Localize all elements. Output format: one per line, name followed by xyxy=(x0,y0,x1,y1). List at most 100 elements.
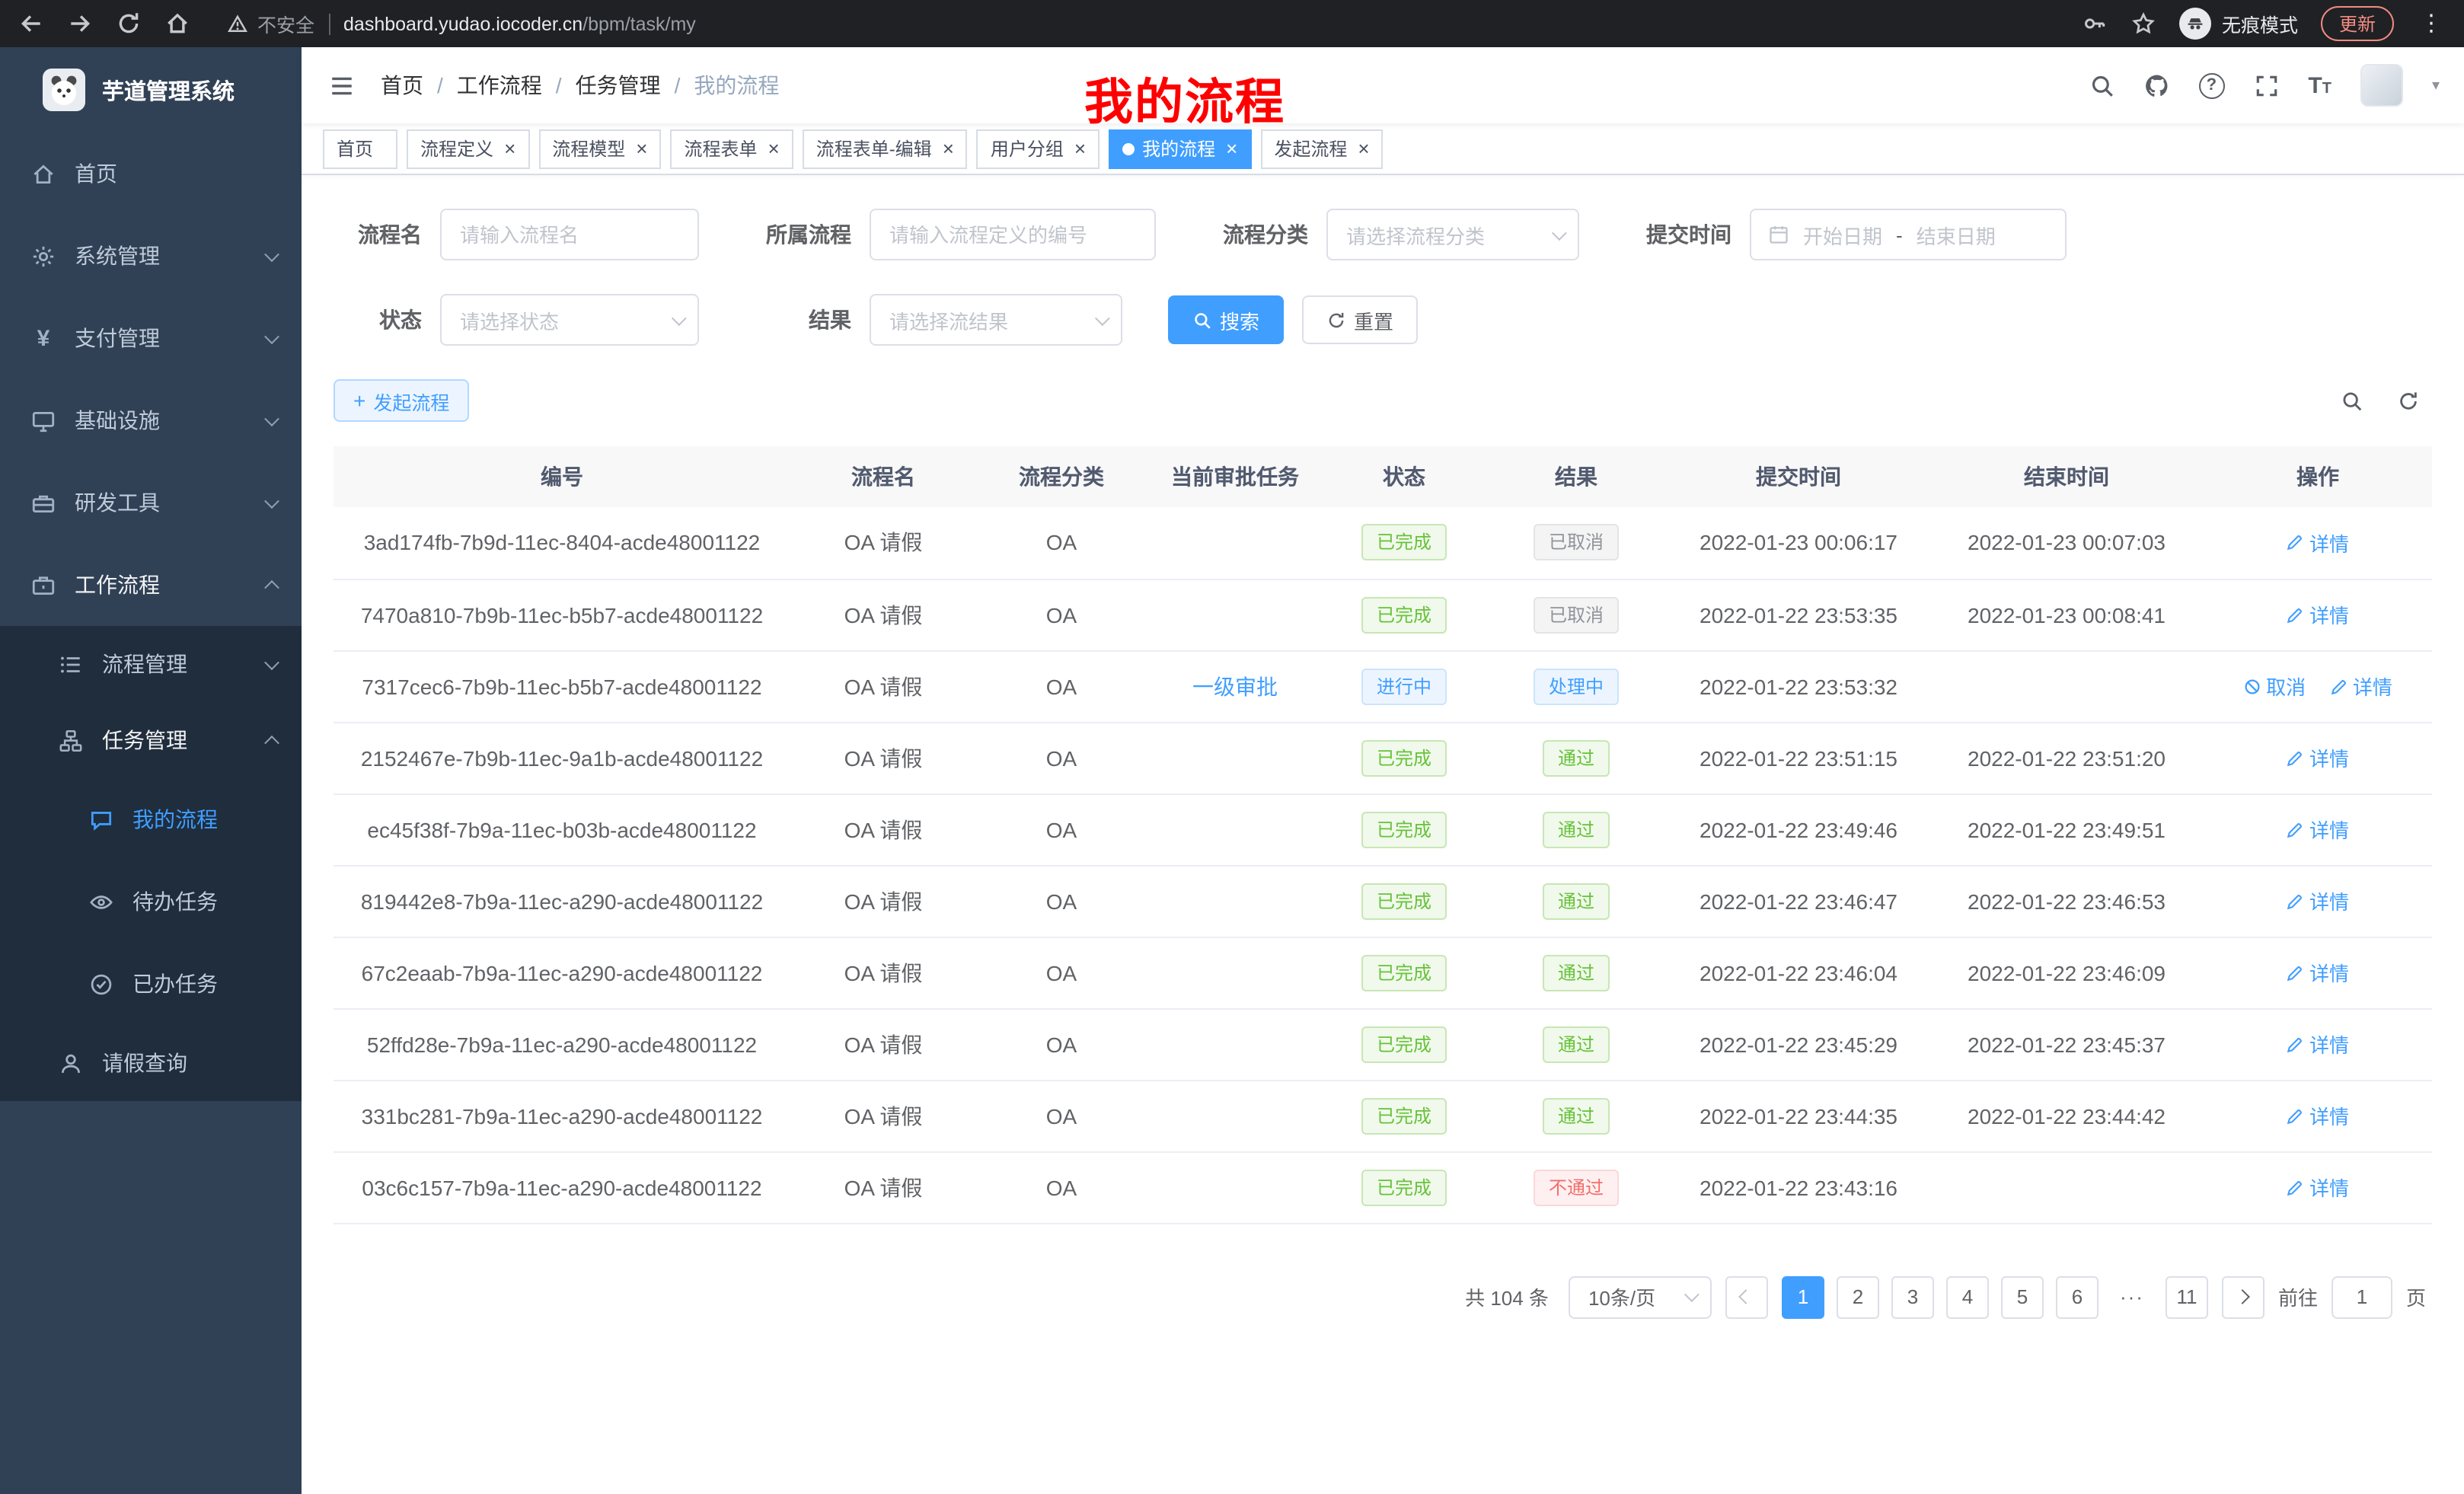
sidebar-item-payment[interactable]: ¥ 支付管理 xyxy=(0,297,302,379)
detail-link[interactable]: 详情 xyxy=(2287,743,2349,772)
sidebar-item-infra[interactable]: 基础设施 xyxy=(0,379,302,461)
view-tab[interactable]: 用户分组 × xyxy=(977,129,1100,168)
sidebar-item-leave-query[interactable]: 请假查询 xyxy=(0,1025,302,1101)
page-button[interactable]: 5 xyxy=(2001,1275,2044,1318)
cancel-link[interactable]: 取消 xyxy=(2243,672,2306,701)
edit-icon xyxy=(2287,534,2305,552)
view-tab[interactable]: 流程定义 × xyxy=(407,129,529,168)
detail-link[interactable]: 详情 xyxy=(2330,672,2392,701)
sidebar-item-my-process[interactable]: 我的流程 xyxy=(0,778,302,860)
sidebar-item-home[interactable]: 首页 xyxy=(0,132,302,215)
start-process-button[interactable]: + 发起流程 xyxy=(334,379,469,422)
view-tab[interactable]: 流程表单 × xyxy=(670,129,793,168)
home-icon xyxy=(30,161,56,187)
page-button[interactable]: 1 xyxy=(1782,1275,1824,1318)
close-icon[interactable]: × xyxy=(768,139,780,158)
close-icon[interactable]: × xyxy=(504,139,515,158)
status-badge: 已完成 xyxy=(1361,954,1447,991)
reset-button[interactable]: 重置 xyxy=(1302,295,1418,344)
page-size-select[interactable]: 10条/页 xyxy=(1569,1275,1712,1318)
fullscreen-icon[interactable] xyxy=(2253,72,2279,98)
refresh-table-icon[interactable] xyxy=(2397,389,2420,412)
sidebar-item-task-mgmt[interactable]: 任务管理 xyxy=(0,702,302,778)
page-button[interactable]: 3 xyxy=(1891,1275,1934,1318)
home-icon[interactable] xyxy=(164,11,190,37)
help-icon[interactable]: ? xyxy=(2198,72,2224,98)
filter-row-1: 流程名 所属流程 流程分类 请选择流程分类 xyxy=(334,209,2432,260)
detail-link[interactable]: 详情 xyxy=(2287,1101,2349,1130)
sidebar-item-todo-tasks[interactable]: 待办任务 xyxy=(0,860,302,943)
app-logo[interactable]: 芋道管理系统 xyxy=(0,47,302,132)
close-icon[interactable]: × xyxy=(1074,139,1086,158)
sidebar-item-system[interactable]: 系统管理 xyxy=(0,215,302,297)
result-badge: 处理中 xyxy=(1534,668,1619,704)
view-tab[interactable]: 发起流程 × xyxy=(1260,129,1383,168)
page-button[interactable]: 11 xyxy=(2166,1275,2208,1318)
update-button[interactable]: 更新 xyxy=(2321,6,2394,41)
result-select[interactable]: 请选择流结果 xyxy=(870,294,1122,346)
reload-icon[interactable] xyxy=(116,11,142,37)
view-tab[interactable]: 首页 xyxy=(323,129,397,168)
caret-down-icon[interactable]: ▾ xyxy=(2432,77,2440,94)
category-select[interactable]: 请选择流程分类 xyxy=(1326,209,1579,260)
bookmark-star-icon[interactable] xyxy=(2130,11,2156,37)
detail-link[interactable]: 详情 xyxy=(2287,528,2349,557)
forward-icon[interactable] xyxy=(67,11,93,37)
status-badge: 已完成 xyxy=(1361,1097,1447,1134)
toggle-search-icon[interactable] xyxy=(2341,389,2363,412)
cell-actions: 详情 xyxy=(2204,1008,2432,1080)
browser-menu-icon[interactable]: ⋮ xyxy=(2417,12,2446,35)
sidebar-item-devtools[interactable]: 研发工具 xyxy=(0,461,302,544)
cell-name: OA 请假 xyxy=(790,650,976,722)
cell-name: OA 请假 xyxy=(790,937,976,1008)
view-tab[interactable]: 我的流程 × xyxy=(1109,129,1251,168)
search-icon[interactable] xyxy=(2089,72,2115,98)
prev-page-button[interactable] xyxy=(1725,1275,1768,1318)
back-icon[interactable] xyxy=(18,11,44,37)
view-tab[interactable]: 流程表单-编辑 × xyxy=(803,129,968,168)
page-button[interactable]: 4 xyxy=(1946,1275,1989,1318)
sidebar-item-process-mgmt[interactable]: 流程管理 xyxy=(0,626,302,702)
detail-link[interactable]: 详情 xyxy=(2287,886,2349,915)
detail-link[interactable]: 详情 xyxy=(2287,1030,2349,1058)
cell-actions: 详情 xyxy=(2204,937,2432,1008)
detail-link[interactable]: 详情 xyxy=(2287,600,2349,629)
table-row: 7470a810-7b9b-11ec-b5b7-acde48001122 OA … xyxy=(334,579,2432,650)
tabs-bar: 首页 流程定义 × 流程模型 × xyxy=(302,123,2464,175)
process-key-input[interactable] xyxy=(870,209,1156,260)
search-button[interactable]: 搜索 xyxy=(1168,295,1284,344)
sidebar-item-done-tasks[interactable]: 已办任务 xyxy=(0,943,302,1025)
edit-icon xyxy=(2287,1178,2305,1196)
view-tab[interactable]: 流程模型 × xyxy=(538,129,661,168)
page-button[interactable]: 2 xyxy=(1837,1275,1879,1318)
status-select[interactable]: 请选择状态 xyxy=(440,294,699,346)
close-icon[interactable]: × xyxy=(1226,139,1237,158)
end-date-placeholder: 结束日期 xyxy=(1917,220,1996,249)
avatar[interactable] xyxy=(2360,64,2403,107)
sidebar-menu: 首页 系统管理 ¥ 支付管理 基础设施 xyxy=(0,132,302,1101)
key-icon[interactable] xyxy=(2082,11,2108,37)
next-page-button[interactable] xyxy=(2222,1275,2265,1318)
detail-link[interactable]: 详情 xyxy=(2287,958,2349,987)
sidebar-item-workflow[interactable]: 工作流程 xyxy=(0,544,302,626)
close-icon[interactable]: × xyxy=(1358,139,1369,158)
site-security-chip[interactable]: 不安全 xyxy=(227,9,314,38)
url-text[interactable]: dashboard.yudao.iocoder.cn/bpm/task/my xyxy=(343,13,696,34)
result-badge: 通过 xyxy=(1543,1097,1610,1134)
current-task-link[interactable]: 一级审批 xyxy=(1192,674,1278,698)
page-button[interactable]: 6 xyxy=(2056,1275,2099,1318)
submit-time-range[interactable]: 开始日期 - 结束日期 xyxy=(1750,209,2067,260)
page-button[interactable]: ··· xyxy=(2111,1275,2153,1318)
goto-page-input[interactable] xyxy=(2332,1275,2392,1318)
detail-link[interactable]: 详情 xyxy=(2287,1173,2349,1202)
github-icon[interactable] xyxy=(2143,72,2169,98)
close-icon[interactable]: × xyxy=(636,139,647,158)
close-icon[interactable]: × xyxy=(943,139,954,158)
font-size-icon[interactable]: TT xyxy=(2308,74,2332,97)
flow-icon xyxy=(58,727,84,753)
sidebar-toggle-icon[interactable] xyxy=(302,47,381,123)
detail-link[interactable]: 详情 xyxy=(2287,815,2349,844)
process-name-input[interactable] xyxy=(440,209,699,260)
breadcrumb-home[interactable]: 首页 xyxy=(381,70,423,101)
address-bar: 不安全 dashboard.yudao.iocoder.cn/bpm/task/… xyxy=(227,9,2082,38)
